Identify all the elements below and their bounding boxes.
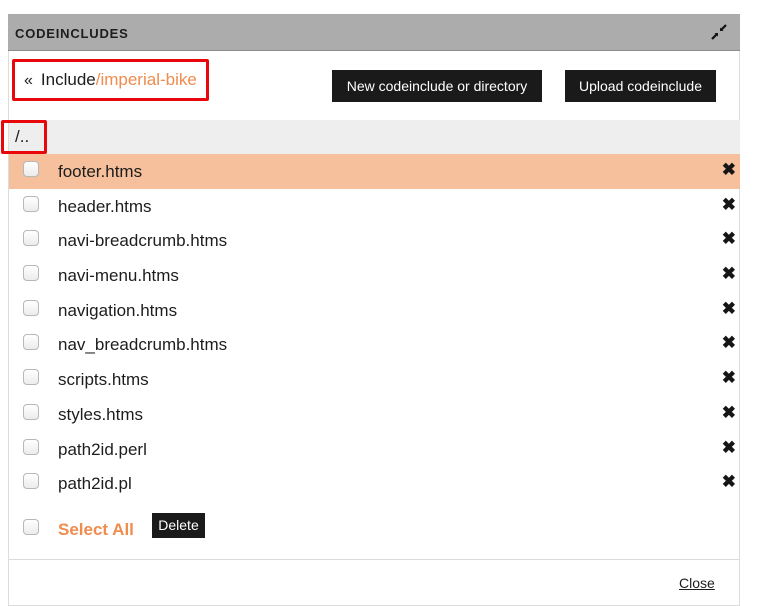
collapse-arrows-icon[interactable] [711,24,727,40]
file-row[interactable]: scripts.htms ✖ [9,362,740,397]
file-row[interactable]: header.htms ✖ [9,189,740,224]
file-checkbox[interactable] [23,195,39,212]
delete-button[interactable]: Delete [152,513,205,538]
delete-x-icon[interactable]: ✖ [722,299,736,318]
file-checkbox[interactable] [23,299,39,316]
delete-x-icon[interactable]: ✖ [722,265,736,283]
file-row[interactable]: styles.htms ✖ [9,397,740,432]
delete-x-icon[interactable]: ✖ [722,473,736,491]
dialog-title: CODEINCLUDES [15,26,129,41]
file-name[interactable]: header.htms [58,197,152,217]
parent-directory-row: /.. [1,120,740,154]
file-checkbox[interactable] [23,403,39,420]
delete-x-icon[interactable]: ✖ [722,230,736,248]
file-row[interactable]: footer.htms ✖ [9,154,740,189]
file-name[interactable]: navigation.htms [58,301,177,321]
file-checkbox[interactable] [23,334,39,351]
select-all-link[interactable]: Select All [58,520,134,540]
delete-x-icon[interactable]: ✖ [722,438,736,457]
new-codeinclude-button[interactable]: New codeinclude or directory [332,70,542,102]
file-checkbox[interactable] [23,230,39,247]
bulk-actions: Select All Delete [9,511,740,545]
breadcrumb-highlight: « Include/imperial-bike [12,59,209,101]
file-checkbox[interactable] [23,438,39,455]
delete-x-icon[interactable]: ✖ [722,403,736,422]
file-row[interactable]: navigation.htms ✖ [9,293,740,328]
file-list: footer.htms ✖ header.htms ✖ navi-breadcrumb.… [9,154,740,501]
file-checkbox[interactable] [23,369,39,386]
file-name[interactable]: footer.htms [58,162,142,182]
file-name[interactable]: scripts.htms [58,370,149,390]
close-link[interactable]: Close [679,575,715,591]
dialog-titlebar: CODEINCLUDES [8,14,740,51]
delete-x-icon[interactable]: ✖ [722,161,736,179]
file-checkbox[interactable] [23,161,39,177]
file-name[interactable]: styles.htms [58,405,143,425]
file-name[interactable]: navi-menu.htms [58,266,179,286]
breadcrumb-current: /imperial-bike [95,70,197,89]
upload-codeinclude-button[interactable]: Upload codeinclude [565,70,716,102]
delete-x-icon[interactable]: ✖ [722,369,736,387]
file-checkbox[interactable] [23,265,39,282]
file-checkbox[interactable] [23,473,39,490]
file-row[interactable]: navi-menu.htms ✖ [9,258,740,293]
delete-x-icon[interactable]: ✖ [722,195,736,214]
file-name[interactable]: path2id.perl [58,440,147,460]
parent-directory-link[interactable]: /.. [15,127,29,147]
breadcrumb: « Include/imperial-bike [24,70,197,90]
select-all-checkbox[interactable] [23,519,39,535]
codeincludes-dialog: CODEINCLUDES « Include/imperial-bike New … [1,14,740,606]
file-row[interactable]: path2id.perl ✖ [9,432,740,467]
footer-divider [9,559,740,560]
file-row[interactable]: navi-breadcrumb.htms ✖ [9,223,740,258]
file-row[interactable]: nav_breadcrumb.htms ✖ [9,327,740,362]
file-name[interactable]: path2id.pl [58,474,132,494]
file-name[interactable]: navi-breadcrumb.htms [58,231,227,251]
back-double-chevron-icon[interactable]: « [24,72,33,89]
breadcrumb-root[interactable]: Include [41,70,96,89]
file-row[interactable]: path2id.pl ✖ [9,466,740,501]
file-name[interactable]: nav_breadcrumb.htms [58,335,227,355]
delete-x-icon[interactable]: ✖ [722,334,736,352]
